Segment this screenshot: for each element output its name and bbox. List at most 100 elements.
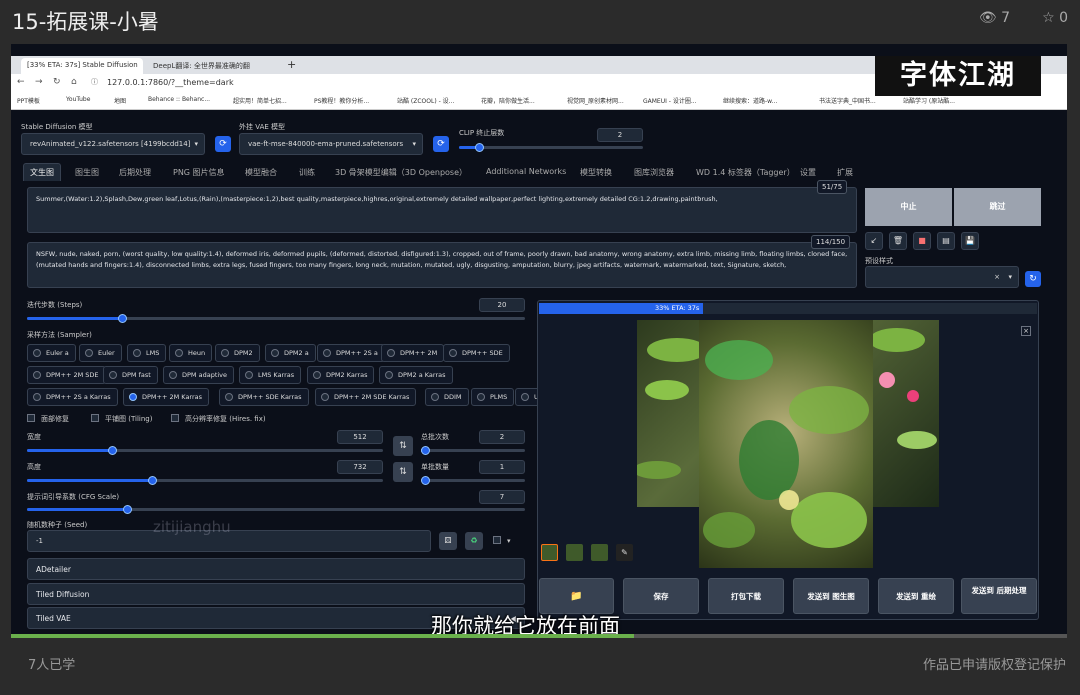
accordion-adetailer[interactable]: ADetailer bbox=[27, 558, 525, 580]
tab-9[interactable]: 图库浏览器 bbox=[634, 167, 674, 178]
trash-icon[interactable]: 🗑 bbox=[889, 232, 907, 250]
sampler-option[interactable]: DPM fast bbox=[103, 366, 158, 384]
bookmark-item[interactable]: 视觉网_原创素材网... bbox=[567, 96, 624, 105]
zip-download-button[interactable]: 打包下载 bbox=[708, 578, 784, 614]
swap-dimensions-icon[interactable]: ⇅ bbox=[393, 436, 413, 456]
sampler-option[interactable]: LMS bbox=[127, 344, 167, 362]
sampler-option[interactable]: Heun bbox=[169, 344, 213, 362]
vae-select[interactable]: vae-ft-mse-840000-ema-pruned.safetensors… bbox=[239, 133, 423, 155]
bookmark-item[interactable]: Behance :: Behanc... bbox=[148, 96, 210, 103]
tab-4[interactable]: 模型融合 bbox=[245, 167, 277, 178]
prompt-textarea[interactable]: Summer,(Water:1.2),Splash,Dew,green leaf… bbox=[27, 187, 857, 233]
bookmark-item[interactable]: 花瓣，陪你做生活... bbox=[481, 96, 535, 105]
back-icon[interactable]: ← bbox=[17, 77, 25, 87]
steps-input[interactable]: 20 bbox=[479, 298, 525, 312]
negative-prompt-textarea[interactable]: NSFW, nude, naked, porn, (worst quality,… bbox=[27, 242, 857, 288]
bookmark-item[interactable]: 书法送字典_中国书... bbox=[819, 96, 876, 105]
sampler-option[interactable]: Euler a bbox=[27, 344, 76, 362]
steps-slider[interactable] bbox=[27, 314, 525, 323]
extra-networks-icon[interactable]: ■ bbox=[913, 232, 931, 250]
sampler-option[interactable]: DPM2 Karras bbox=[307, 366, 375, 384]
sampler-option[interactable]: PLMS bbox=[471, 388, 515, 406]
tab-5[interactable]: 训练 bbox=[299, 167, 315, 178]
batch-size-slider[interactable] bbox=[421, 476, 525, 485]
new-tab-button[interactable]: + bbox=[281, 58, 302, 74]
send-to-img2img-button[interactable]: 发送到 图生图 bbox=[793, 578, 869, 614]
sampler-option[interactable]: DPM++ SDE Karras bbox=[219, 388, 309, 406]
tab-11[interactable]: 设置 bbox=[800, 167, 816, 178]
thumbnail-1[interactable] bbox=[566, 544, 583, 561]
clip-slider[interactable] bbox=[459, 143, 643, 152]
bookmark-item[interactable]: 站酷学习 (原站酷... bbox=[903, 96, 955, 105]
accordion-tiled-diffusion[interactable]: Tiled Diffusion bbox=[27, 583, 525, 605]
thumbnail-0[interactable] bbox=[541, 544, 558, 561]
sampler-option[interactable]: DPM++ 2S a Karras bbox=[27, 388, 118, 406]
style-select[interactable]: × ▾ bbox=[865, 266, 1019, 288]
url-input[interactable]: 127.0.0.1:7860/?__theme=dark bbox=[107, 78, 234, 87]
reload-icon[interactable]: ↻ bbox=[53, 77, 61, 87]
folder-icon[interactable]: 📁 bbox=[539, 578, 614, 614]
model-select[interactable]: revAnimated_v122.safetensors [4199bcdd14… bbox=[21, 133, 205, 155]
save-style-icon[interactable]: 💾 bbox=[961, 232, 979, 250]
bookmark-item[interactable]: GAMEUI - 设计圈... bbox=[643, 96, 697, 105]
sampler-option[interactable]: DPM2 bbox=[215, 344, 260, 362]
tab-2[interactable]: 后期处理 bbox=[119, 167, 151, 178]
bookmark-item[interactable]: 地图 bbox=[114, 96, 126, 105]
sampler-option[interactable]: DPM++ 2M bbox=[381, 344, 445, 362]
batch-count-input[interactable]: 2 bbox=[479, 430, 525, 444]
tab-10[interactable]: WD 1.4 标签器（Tagger） bbox=[696, 167, 795, 178]
info-icon[interactable]: ⓘ bbox=[91, 77, 98, 87]
bookmark-item[interactable]: 超实用！简单七招... bbox=[233, 96, 287, 105]
interrupt-button[interactable]: 中止 bbox=[865, 188, 952, 226]
refresh-model-button[interactable]: ⟳ bbox=[215, 136, 231, 152]
tab-0[interactable]: 文生图 bbox=[23, 163, 61, 181]
read-params-icon[interactable]: ↙ bbox=[865, 232, 883, 250]
skip-button[interactable]: 跳过 bbox=[954, 188, 1041, 226]
tab-6[interactable]: 3D 骨架模型编辑（3D Openpose） bbox=[335, 167, 467, 178]
tab-8[interactable]: 模型转换 bbox=[580, 167, 612, 178]
sampler-option[interactable]: DPM++ 2M Karras bbox=[123, 388, 210, 406]
sampler-option[interactable]: DDIM bbox=[425, 388, 469, 406]
bookmark-item[interactable]: 继续搜索：道路-w... bbox=[723, 96, 777, 105]
height-input[interactable]: 732 bbox=[337, 460, 383, 474]
sampler-option[interactable]: Euler bbox=[79, 344, 122, 362]
recycle-icon[interactable]: ♻ bbox=[465, 532, 483, 550]
sampler-option[interactable]: DPM adaptive bbox=[163, 366, 235, 384]
tiling-checkbox[interactable]: 平铺图 (Tiling) bbox=[91, 414, 152, 424]
sampler-option[interactable]: DPM++ 2M SDE bbox=[27, 366, 106, 384]
tab-7[interactable]: Additional Networks bbox=[486, 167, 566, 176]
tab-deepl[interactable]: DeepL翻译: 全世界最准确的翻 bbox=[147, 58, 277, 74]
tab-stable-diffusion[interactable]: [33% ETA: 37s] Stable Diffusion bbox=[21, 58, 143, 74]
clip-input[interactable]: 2 bbox=[597, 128, 643, 142]
width-slider[interactable] bbox=[27, 446, 383, 455]
send-to-inpaint-button[interactable]: 发送到 重绘 bbox=[878, 578, 954, 614]
height-slider[interactable] bbox=[27, 476, 383, 485]
cfg-slider[interactable] bbox=[27, 505, 525, 514]
clear-icon[interactable]: × bbox=[994, 273, 1000, 281]
clipboard-icon[interactable]: ▤ bbox=[937, 232, 955, 250]
sampler-option[interactable]: DPM++ SDE bbox=[443, 344, 510, 362]
sampler-option[interactable]: DPM++ 2M SDE Karras bbox=[315, 388, 417, 406]
tab-1[interactable]: 图生图 bbox=[75, 167, 99, 178]
star-count[interactable]: ☆ 0 bbox=[1042, 10, 1068, 26]
video-progress-bar[interactable] bbox=[11, 634, 1067, 638]
face-restore-checkbox[interactable]: 面部修复 bbox=[27, 414, 69, 424]
batch-size-input[interactable]: 1 bbox=[479, 460, 525, 474]
batch-count-slider[interactable] bbox=[421, 446, 525, 455]
apply-style-button[interactable]: ↻ bbox=[1025, 271, 1041, 287]
thumbnail-3[interactable]: ✎ bbox=[616, 544, 633, 561]
width-input[interactable]: 512 bbox=[337, 430, 383, 444]
save-button[interactable]: 保存 bbox=[623, 578, 699, 614]
refresh-vae-button[interactable]: ⟳ bbox=[433, 136, 449, 152]
cfg-input[interactable]: 7 bbox=[479, 490, 525, 504]
bookmark-item[interactable]: YouTube bbox=[66, 96, 90, 103]
swap-icon[interactable]: ⇅ bbox=[393, 462, 413, 482]
send-to-extras-button[interactable]: 发送到 后期处理 bbox=[961, 578, 1037, 614]
home-icon[interactable]: ⌂ bbox=[71, 77, 77, 87]
tab-12[interactable]: 扩展 bbox=[837, 167, 853, 178]
sampler-option[interactable]: DPM2 a Karras bbox=[379, 366, 453, 384]
tab-3[interactable]: PNG 图片信息 bbox=[173, 167, 225, 178]
forward-icon[interactable]: → bbox=[35, 77, 43, 87]
hires-fix-checkbox[interactable]: 高分辨率修复 (Hires. fix) bbox=[171, 414, 266, 424]
sampler-option[interactable]: DPM++ 2S a bbox=[317, 344, 385, 362]
